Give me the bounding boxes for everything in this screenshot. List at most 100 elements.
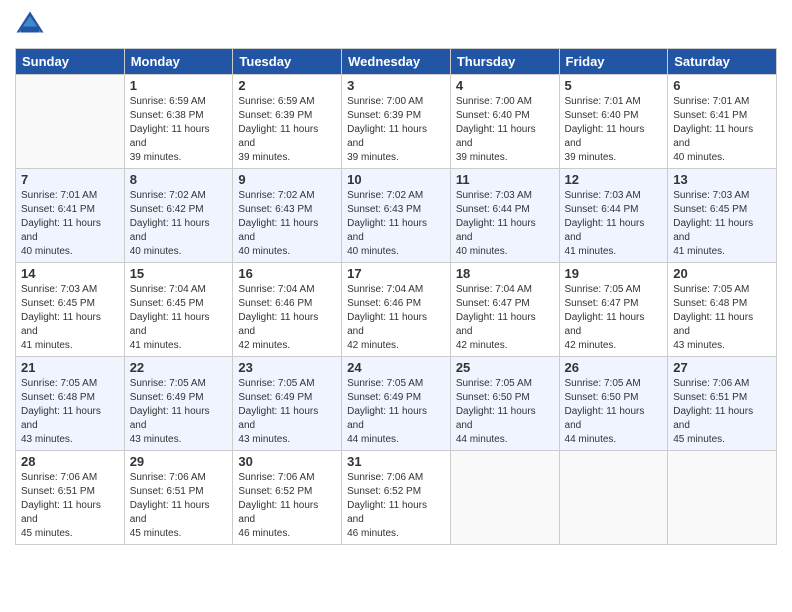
day-number: 26 [565, 360, 663, 375]
header-monday: Monday [124, 49, 233, 75]
day-info: Sunrise: 7:03 AMSunset: 6:44 PMDaylight:… [456, 189, 554, 259]
day-number: 29 [130, 454, 228, 469]
header-thursday: Thursday [450, 49, 559, 75]
calendar-cell: 27 Sunrise: 7:06 AMSunset: 6:51 PMDayligh… [668, 357, 777, 451]
day-info: Sunrise: 7:01 AMSunset: 6:41 PMDaylight:… [673, 95, 771, 165]
day-info: Sunrise: 7:06 AMSunset: 6:51 PMDaylight:… [130, 471, 228, 541]
day-info: Sunrise: 7:00 AMSunset: 6:39 PMDaylight:… [347, 95, 445, 165]
calendar-cell: 25Sunrise: 7:05 AMSunset: 6:50 PMDayligh… [450, 357, 559, 451]
day-number: 24 [347, 360, 445, 375]
day-info: Sunrise: 6:59 AMSunset: 6:38 PMDaylight:… [130, 95, 228, 165]
calendar-cell: 6 Sunrise: 7:01 AMSunset: 6:41 PMDaylight… [668, 75, 777, 169]
day-info: Sunrise: 7:05 AMSunset: 6:48 PMDaylight:… [673, 283, 771, 353]
week-row-2: 7 Sunrise: 7:01 AMSunset: 6:41 PMDaylight… [16, 169, 777, 263]
day-info: Sunrise: 7:05 AMSunset: 6:47 PMDaylight:… [565, 283, 663, 353]
calendar-cell: 7 Sunrise: 7:01 AMSunset: 6:41 PMDaylight… [16, 169, 125, 263]
calendar-cell: 22Sunrise: 7:05 AMSunset: 6:49 PMDayligh… [124, 357, 233, 451]
calendar-cell: 21 Sunrise: 7:05 AMSunset: 6:48 PMDayligh… [16, 357, 125, 451]
calendar-cell: 26 Sunrise: 7:05 AMSunset: 6:50 PMDayligh… [559, 357, 668, 451]
day-info: Sunrise: 7:01 AMSunset: 6:41 PMDaylight:… [21, 189, 119, 259]
calendar-cell: 4 Sunrise: 7:00 AMSunset: 6:40 PMDaylight… [450, 75, 559, 169]
day-info: Sunrise: 7:02 AMSunset: 6:43 PMDaylight:… [238, 189, 336, 259]
calendar-header-row: SundayMondayTuesdayWednesdayThursdayFrid… [16, 49, 777, 75]
day-number: 17 [347, 266, 445, 281]
calendar-cell: 18 Sunrise: 7:04 AMSunset: 6:47 PMDayligh… [450, 263, 559, 357]
calendar-cell: 14 Sunrise: 7:03 AMSunset: 6:45 PMDayligh… [16, 263, 125, 357]
day-info: Sunrise: 7:04 AMSunset: 6:45 PMDaylight:… [130, 283, 228, 353]
calendar-cell: 16 Sunrise: 7:04 AMSunset: 6:46 PMDayligh… [233, 263, 342, 357]
calendar-cell: 5 Sunrise: 7:01 AMSunset: 6:40 PMDaylight… [559, 75, 668, 169]
day-number: 3 [347, 78, 445, 93]
day-info: Sunrise: 7:06 AMSunset: 6:52 PMDaylight:… [238, 471, 336, 541]
calendar-cell: 13 Sunrise: 7:03 AMSunset: 6:45 PMDayligh… [668, 169, 777, 263]
day-info: Sunrise: 7:06 AMSunset: 6:52 PMDaylight:… [347, 471, 445, 541]
calendar-cell [450, 451, 559, 545]
day-info: Sunrise: 7:02 AMSunset: 6:42 PMDaylight:… [130, 189, 228, 259]
day-number: 23 [238, 360, 336, 375]
calendar-cell [668, 451, 777, 545]
day-number: 9 [238, 172, 336, 187]
calendar-cell: 24Sunrise: 7:05 AMSunset: 6:49 PMDayligh… [342, 357, 451, 451]
calendar-cell [16, 75, 125, 169]
day-info: Sunrise: 7:04 AMSunset: 6:47 PMDaylight:… [456, 283, 554, 353]
calendar-cell: 30 Sunrise: 7:06 AMSunset: 6:52 PMDayligh… [233, 451, 342, 545]
day-info: Sunrise: 7:06 AMSunset: 6:51 PMDaylight:… [21, 471, 119, 541]
day-number: 22 [130, 360, 228, 375]
calendar-cell: 20 Sunrise: 7:05 AMSunset: 6:48 PMDayligh… [668, 263, 777, 357]
header-tuesday: Tuesday [233, 49, 342, 75]
day-info: Sunrise: 7:06 AMSunset: 6:51 PMDaylight:… [673, 377, 771, 447]
day-number: 18 [456, 266, 554, 281]
day-info: Sunrise: 7:03 AMSunset: 6:44 PMDaylight:… [565, 189, 663, 259]
week-row-3: 14 Sunrise: 7:03 AMSunset: 6:45 PMDayligh… [16, 263, 777, 357]
day-info: Sunrise: 6:59 AMSunset: 6:39 PMDaylight:… [238, 95, 336, 165]
day-number: 5 [565, 78, 663, 93]
day-info: Sunrise: 7:03 AMSunset: 6:45 PMDaylight:… [21, 283, 119, 353]
calendar-cell [559, 451, 668, 545]
calendar-cell: 17 Sunrise: 7:04 AMSunset: 6:46 PMDayligh… [342, 263, 451, 357]
day-number: 6 [673, 78, 771, 93]
calendar-cell: 10Sunrise: 7:02 AMSunset: 6:43 PMDayligh… [342, 169, 451, 263]
day-info: Sunrise: 7:05 AMSunset: 6:49 PMDaylight:… [238, 377, 336, 447]
day-number: 28 [21, 454, 119, 469]
day-number: 14 [21, 266, 119, 281]
calendar-cell: 23 Sunrise: 7:05 AMSunset: 6:49 PMDayligh… [233, 357, 342, 451]
day-info: Sunrise: 7:01 AMSunset: 6:40 PMDaylight:… [565, 95, 663, 165]
calendar-cell: 1 Sunrise: 6:59 AMSunset: 6:38 PMDaylight… [124, 75, 233, 169]
logo [15, 10, 47, 40]
day-number: 4 [456, 78, 554, 93]
calendar-cell: 2Sunrise: 6:59 AMSunset: 6:39 PMDaylight… [233, 75, 342, 169]
day-number: 20 [673, 266, 771, 281]
header-wednesday: Wednesday [342, 49, 451, 75]
day-number: 7 [21, 172, 119, 187]
day-info: Sunrise: 7:05 AMSunset: 6:48 PMDaylight:… [21, 377, 119, 447]
logo-icon [15, 10, 45, 40]
calendar-cell: 11Sunrise: 7:03 AMSunset: 6:44 PMDayligh… [450, 169, 559, 263]
calendar-cell: 9 Sunrise: 7:02 AMSunset: 6:43 PMDaylight… [233, 169, 342, 263]
header [15, 10, 777, 40]
calendar-cell: 29 Sunrise: 7:06 AMSunset: 6:51 PMDayligh… [124, 451, 233, 545]
day-info: Sunrise: 7:04 AMSunset: 6:46 PMDaylight:… [347, 283, 445, 353]
header-sunday: Sunday [16, 49, 125, 75]
day-number: 8 [130, 172, 228, 187]
week-row-1: 1 Sunrise: 6:59 AMSunset: 6:38 PMDaylight… [16, 75, 777, 169]
day-number: 30 [238, 454, 336, 469]
day-number: 12 [565, 172, 663, 187]
day-info: Sunrise: 7:05 AMSunset: 6:50 PMDaylight:… [565, 377, 663, 447]
day-number: 15 [130, 266, 228, 281]
day-info: Sunrise: 7:04 AMSunset: 6:46 PMDaylight:… [238, 283, 336, 353]
day-number: 1 [130, 78, 228, 93]
day-info: Sunrise: 7:03 AMSunset: 6:45 PMDaylight:… [673, 189, 771, 259]
day-number: 16 [238, 266, 336, 281]
page: SundayMondayTuesdayWednesdayThursdayFrid… [0, 0, 792, 612]
day-number: 21 [21, 360, 119, 375]
calendar-cell: 19Sunrise: 7:05 AMSunset: 6:47 PMDayligh… [559, 263, 668, 357]
day-number: 27 [673, 360, 771, 375]
day-number: 10 [347, 172, 445, 187]
day-info: Sunrise: 7:05 AMSunset: 6:50 PMDaylight:… [456, 377, 554, 447]
week-row-4: 21 Sunrise: 7:05 AMSunset: 6:48 PMDayligh… [16, 357, 777, 451]
day-number: 31 [347, 454, 445, 469]
calendar-cell: 8 Sunrise: 7:02 AMSunset: 6:42 PMDaylight… [124, 169, 233, 263]
day-number: 13 [673, 172, 771, 187]
day-info: Sunrise: 7:00 AMSunset: 6:40 PMDaylight:… [456, 95, 554, 165]
header-saturday: Saturday [668, 49, 777, 75]
